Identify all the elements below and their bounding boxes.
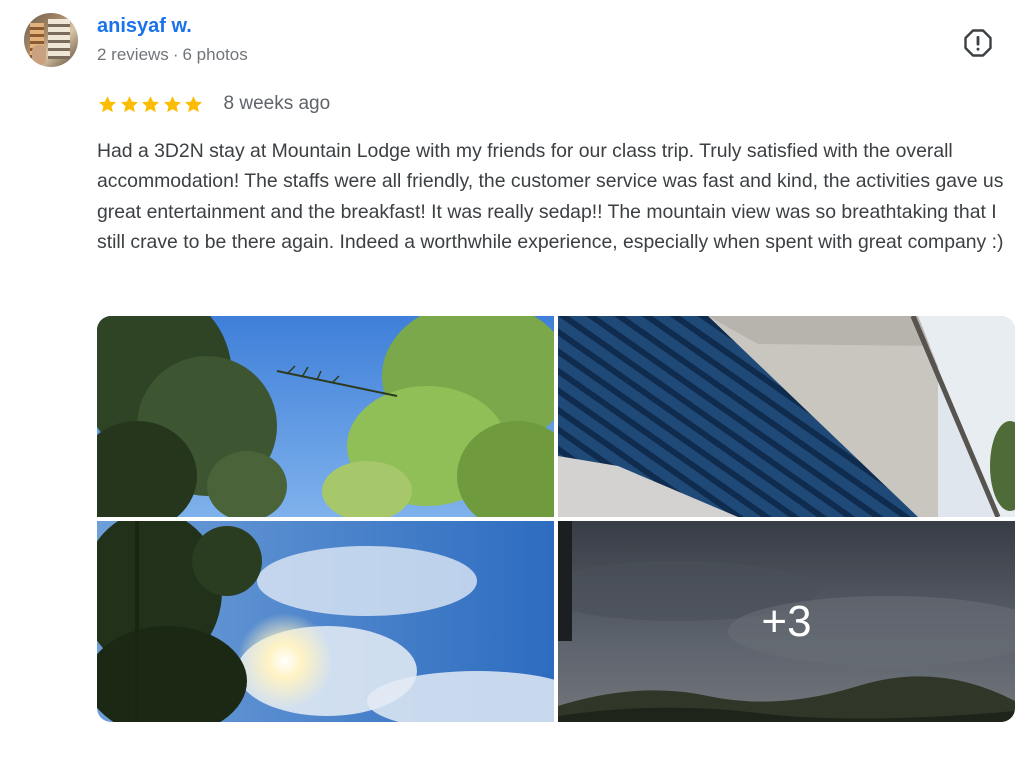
author-name[interactable]: anisyaf w. [97, 15, 192, 38]
report-icon[interactable] [963, 28, 993, 58]
review-photo-mountain-view[interactable]: +3 [558, 521, 1015, 722]
review-text: Had a 3D2N stay at Mountain Lodge with m… [97, 140, 1004, 254]
review-time: 8 weeks ago [223, 93, 331, 114]
star-icon [99, 95, 116, 112]
rating-row: 8 weeks ago [97, 92, 330, 116]
star-icon [185, 95, 202, 112]
star-icon [163, 95, 181, 112]
avatar-hand [32, 45, 46, 65]
author-meta: 2 reviews · 6 photos [97, 45, 248, 65]
more-photos-count: +3 [761, 596, 812, 646]
review-photo-sun-sky[interactable] [97, 521, 554, 722]
star-icon [142, 95, 159, 112]
author-review-count: 2 reviews [97, 45, 169, 64]
author-photo-count: 6 photos [182, 45, 248, 64]
avatar[interactable] [24, 13, 78, 67]
star-icon [120, 95, 138, 112]
photo-grid: +3 [97, 316, 1015, 722]
star-rating [97, 94, 205, 115]
review-photo-trees-sky[interactable] [97, 316, 554, 517]
more-photos-overlay[interactable]: +3 [558, 521, 1015, 722]
avatar-building [48, 19, 70, 59]
meta-separator: · [172, 45, 179, 64]
review-card: anisyaf w. 2 reviews · 6 photos 8 weeks ag… [0, 0, 1024, 760]
review-photo-building-roof[interactable] [558, 316, 1015, 517]
